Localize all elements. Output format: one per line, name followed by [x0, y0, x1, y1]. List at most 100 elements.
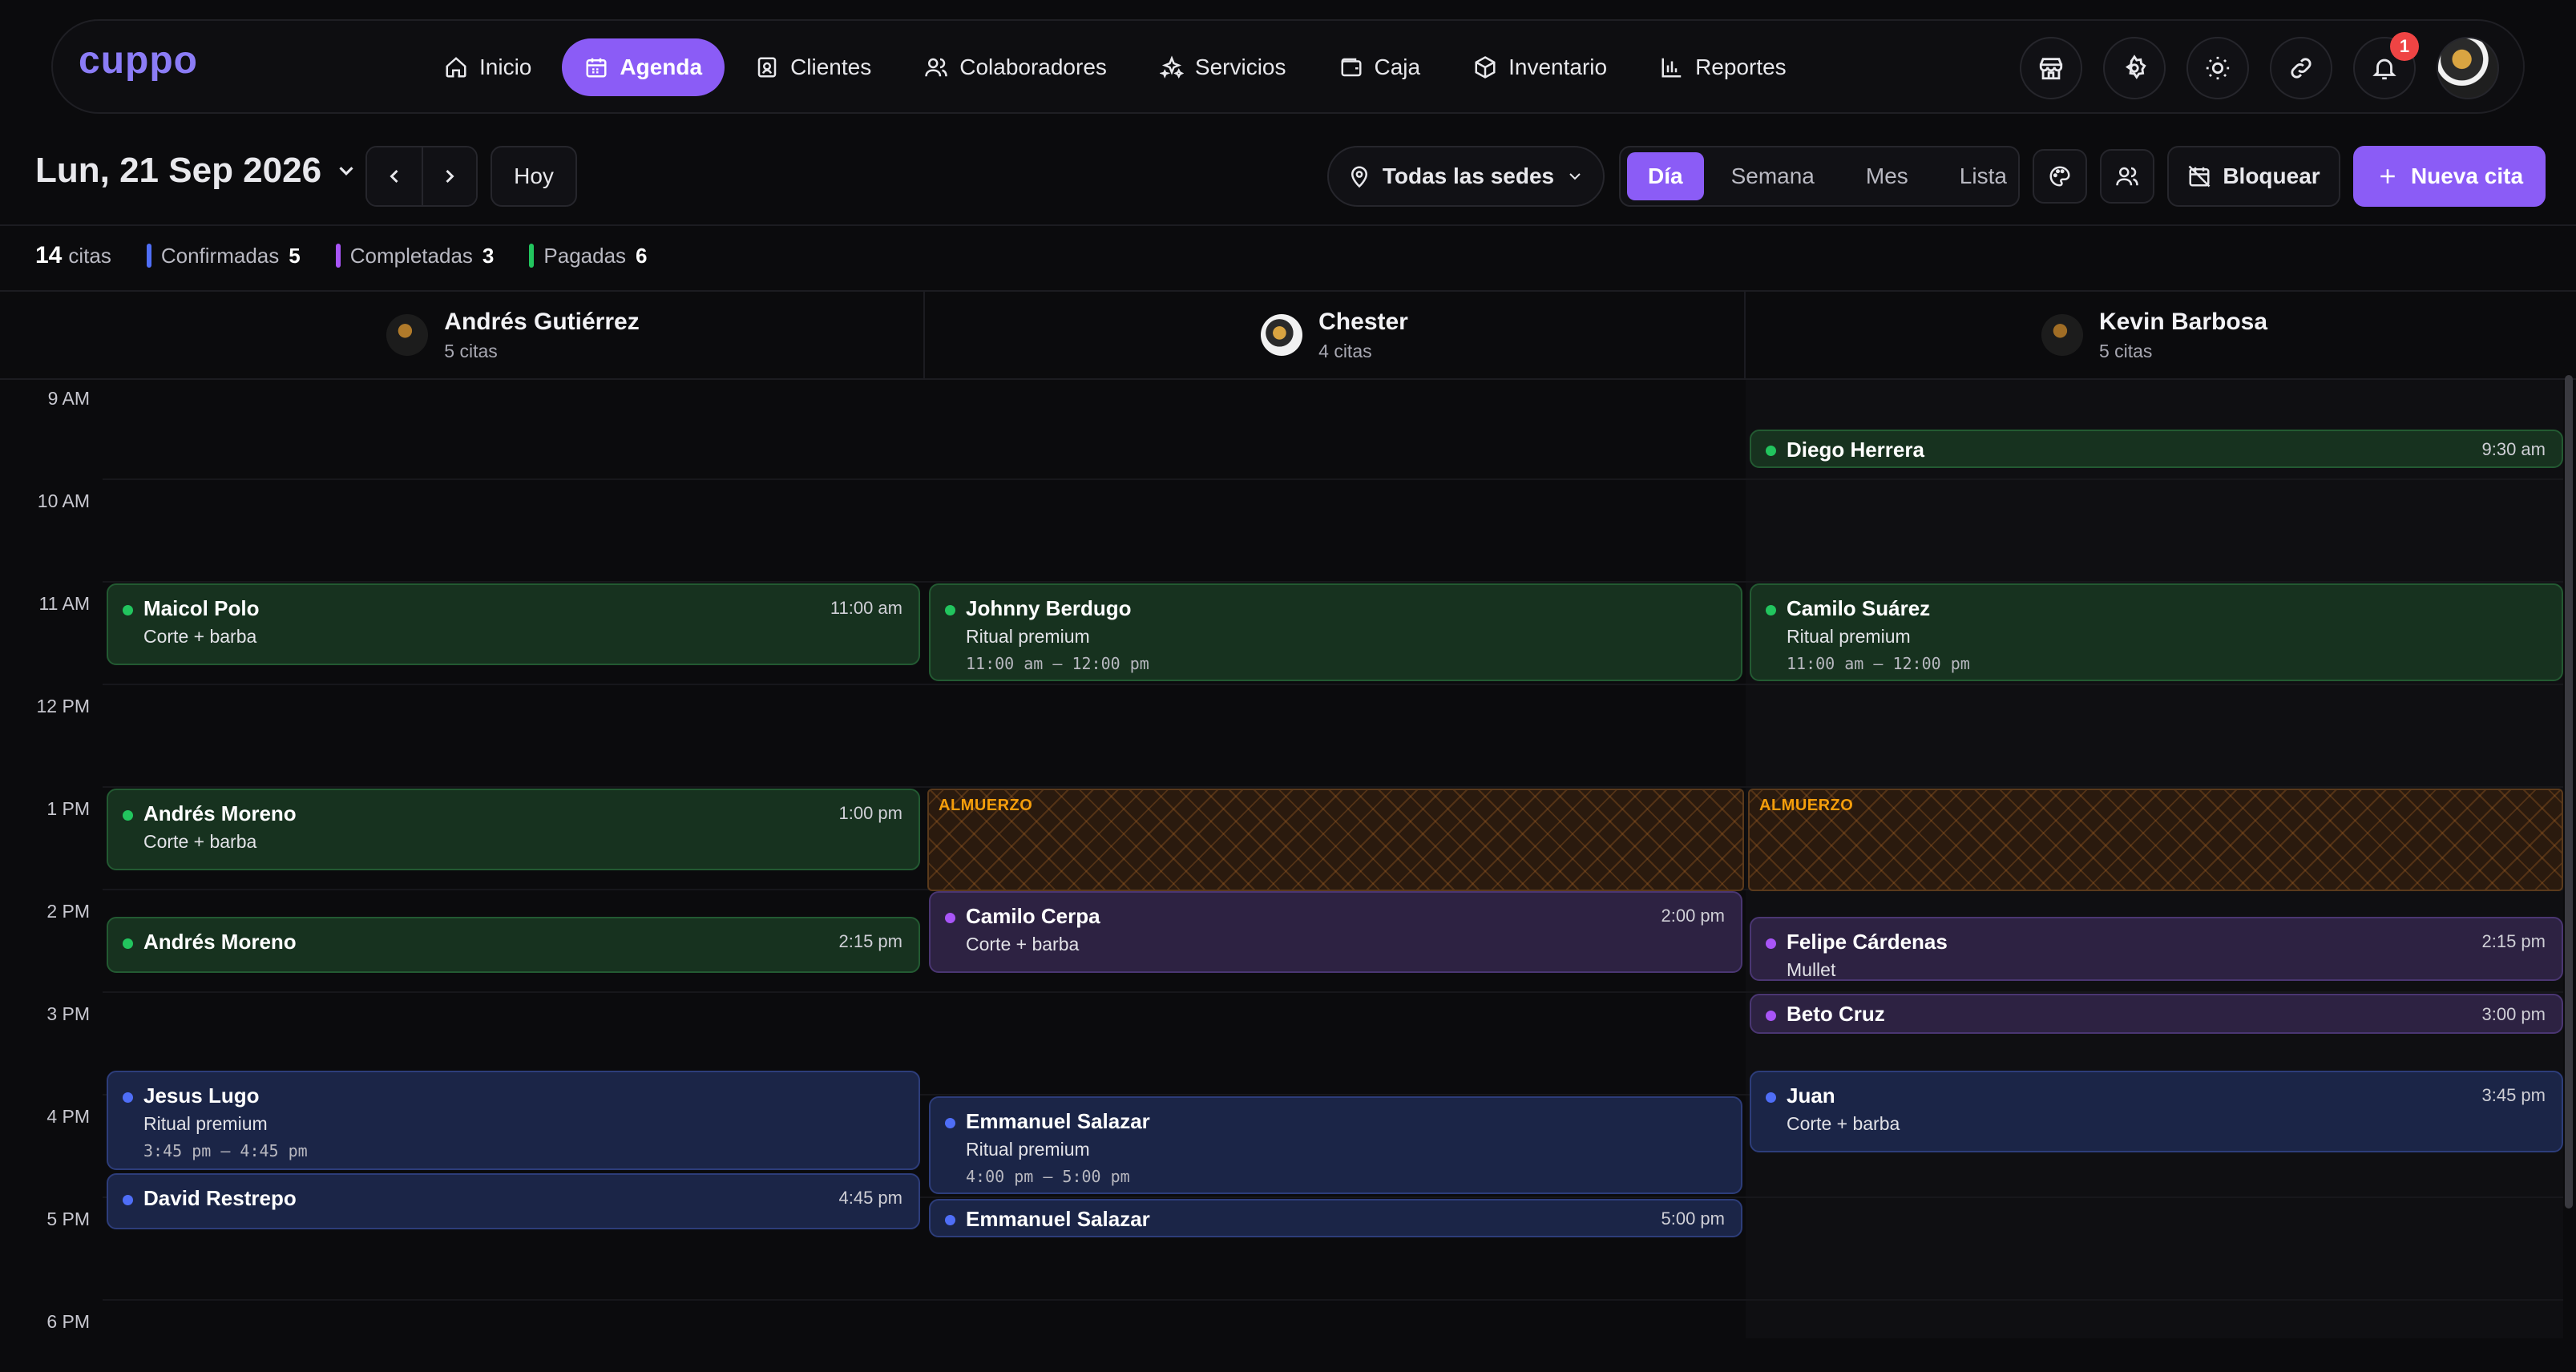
calendar-icon	[586, 58, 607, 78]
appointment-card[interactable]: Beto Cruz 3:00 pm	[1750, 994, 2563, 1034]
appointment-card[interactable]: Johnny Berdugo Ritual premium 11:00 am –…	[929, 583, 1742, 681]
next-day-button[interactable]	[422, 147, 476, 205]
lunch-block[interactable]: ALMUERZO	[1748, 789, 2563, 891]
avatar	[2041, 314, 2083, 356]
appointment-card[interactable]: Diego Herrera 9:30 am	[1750, 430, 2563, 468]
view-month-tab[interactable]: Mes	[1842, 152, 1932, 200]
client-name: Camilo Cerpa	[966, 904, 1100, 928]
client-name: Emmanuel Salazar	[966, 1109, 1150, 1133]
staff-column-header[interactable]: Kevin Barbosa 5 citas	[1746, 292, 2563, 378]
summary-label: Confirmadas	[160, 243, 280, 268]
view-list-tab[interactable]: Lista	[1936, 152, 2031, 200]
main-menu: Inicio Agenda Clientes Colaboradores Ser…	[422, 38, 1809, 96]
link-button[interactable]	[2270, 37, 2332, 99]
calendar-scrollbar[interactable]	[2565, 375, 2573, 1209]
prev-day-button[interactable]	[367, 147, 422, 205]
user-avatar[interactable]	[2437, 37, 2499, 99]
client-name: Felipe Cárdenas	[1787, 930, 1948, 954]
color-palette-button[interactable]	[2033, 149, 2087, 204]
appointments-summary: 14 citas Confirmadas 5 Completadas 3 Paga…	[35, 242, 648, 269]
store-button[interactable]	[2020, 37, 2082, 99]
appointment-card[interactable]: Camilo Suárez Ritual premium 11:00 am – …	[1750, 583, 2563, 681]
divider	[0, 224, 2576, 226]
appointment-range: 3:45 pm – 4:45 pm	[143, 1141, 308, 1160]
view-day-tab[interactable]: Día	[1627, 152, 1704, 200]
summary-confirmed: Confirmadas 5	[146, 243, 301, 268]
service-name: Ritual premium	[966, 1139, 1090, 1160]
map-pin-icon	[1351, 166, 1367, 188]
status-dot	[123, 1092, 133, 1103]
appointment-card[interactable]: Felipe Cárdenas Mullet 2:15 pm	[1750, 917, 2563, 981]
theme-toggle-button[interactable]	[2186, 37, 2249, 99]
new-appointment-button[interactable]: Nueva cita	[2353, 146, 2546, 207]
sun-icon	[2206, 56, 2230, 80]
gear-icon	[2125, 54, 2146, 79]
calendar-off-icon	[2188, 165, 2211, 188]
summary-total: 14 citas	[35, 242, 111, 269]
nav-item-colaboradores[interactable]: Colaboradores	[902, 38, 1129, 96]
status-dot	[123, 605, 133, 615]
staff-filter-button[interactable]	[2100, 149, 2154, 204]
nav-item-inicio[interactable]: Inicio	[422, 38, 554, 96]
appointment-card[interactable]: Andrés Moreno 2:15 pm	[107, 917, 920, 973]
appointment-card[interactable]: Maicol Polo Corte + barba 11:00 am	[107, 583, 920, 665]
status-dot	[123, 810, 133, 821]
hour-gridline	[103, 478, 2563, 480]
staff-column-header[interactable]: Andrés Gutiérrez 5 citas	[103, 292, 923, 378]
view-switcher: Día Semana Mes Lista	[1619, 146, 2020, 207]
appointment-card[interactable]: Andrés Moreno Corte + barba 1:00 pm	[107, 789, 920, 870]
link-icon	[2291, 58, 2312, 79]
client-name: Camilo Suárez	[1787, 596, 1931, 620]
appointment-time: 2:15 pm	[2481, 931, 2546, 951]
appointment-time: 2:15 pm	[838, 931, 903, 951]
staff-info: Kevin Barbosa 5 citas	[2099, 309, 2267, 362]
staff-count: 5 citas	[2098, 340, 2153, 361]
hour-label: 2 PM	[46, 901, 90, 922]
summary-label: Completadas	[349, 243, 473, 268]
nav-item-caja[interactable]: Caja	[1317, 38, 1443, 96]
appointment-card[interactable]: Juan Corte + barba 3:45 pm	[1750, 1071, 2563, 1152]
nav-item-reportes[interactable]: Reportes	[1637, 38, 1809, 96]
client-name: Jesus Lugo	[143, 1083, 260, 1108]
service-name: Ritual premium	[143, 1113, 268, 1134]
hour-label: 1 PM	[46, 798, 90, 819]
summary-count: 6	[636, 243, 648, 268]
appointment-time: 3:00 pm	[2481, 1004, 2546, 1024]
current-date: Lun, 21 Sep 2026	[35, 151, 322, 190]
divider	[0, 378, 2576, 380]
app-logo[interactable]: cuppo	[79, 38, 198, 83]
today-button[interactable]: Hoy	[491, 146, 577, 207]
appointment-card[interactable]: Emmanuel Salazar Ritual premium 4:00 pm …	[929, 1096, 1742, 1194]
client-name: Juan	[1787, 1083, 1835, 1108]
settings-button[interactable]	[2103, 37, 2166, 99]
nav-item-inventario[interactable]: Inventario	[1451, 38, 1629, 96]
sparkles-icon	[1159, 55, 1184, 79]
service-name: Corte + barba	[1787, 1113, 1900, 1134]
client-name: Andrés Moreno	[143, 801, 297, 825]
staff-column-header[interactable]: Chester 4 citas	[925, 292, 1744, 378]
total-label: citas	[68, 244, 111, 268]
staff-name: Chester	[1318, 308, 1408, 335]
status-dot	[1766, 1092, 1776, 1103]
nav-item-servicios[interactable]: Servicios	[1137, 38, 1309, 96]
appointment-range: 4:00 pm – 5:00 pm	[966, 1167, 1130, 1186]
nav-item-clientes[interactable]: Clientes	[733, 38, 894, 96]
notifications-button[interactable]: 1	[2353, 32, 2419, 99]
appointment-card[interactable]: Jesus Lugo Ritual premium 3:45 pm – 4:45…	[107, 1071, 920, 1170]
appointment-time: 3:45 pm	[2481, 1085, 2546, 1105]
client-name: Diego Herrera	[1787, 438, 1924, 462]
nav-item-agenda[interactable]: Agenda	[562, 38, 725, 96]
block-time-button[interactable]: Bloquear	[2167, 146, 2340, 207]
nav-item-label: Inventario	[1508, 54, 1608, 79]
appointment-card[interactable]: Camilo Cerpa Corte + barba 2:00 pm	[929, 891, 1742, 973]
client-name: Johnny Berdugo	[966, 596, 1132, 620]
appointment-time: 4:45 pm	[838, 1188, 903, 1208]
status-dot	[123, 1195, 133, 1205]
date-selector[interactable]: Lun, 21 Sep 2026	[35, 151, 358, 191]
view-week-tab[interactable]: Semana	[1707, 152, 1839, 200]
location-select[interactable]: Todas las sedes	[1327, 146, 1605, 207]
appointment-card[interactable]: Emmanuel Salazar 5:00 pm	[929, 1199, 1742, 1237]
lunch-block[interactable]: ALMUERZO	[927, 789, 1744, 891]
service-name: Corte + barba	[966, 934, 1080, 954]
appointment-card[interactable]: David Restrepo 4:45 pm	[107, 1173, 920, 1229]
